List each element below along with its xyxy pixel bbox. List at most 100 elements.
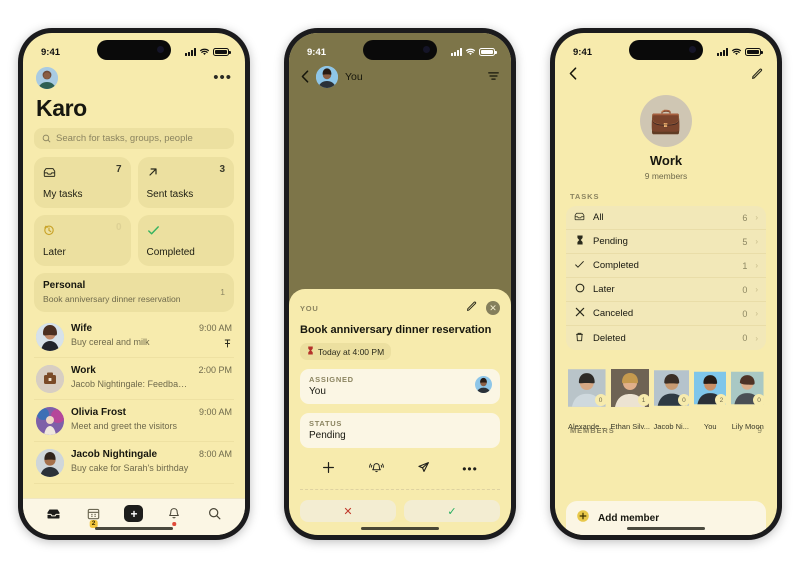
check-icon [147, 225, 160, 239]
group-members-count: 9 members [644, 171, 688, 181]
tile-completed[interactable]: Completed [137, 215, 234, 266]
tab-notifications[interactable] [157, 501, 191, 527]
chevron-left-icon[interactable] [301, 69, 309, 85]
avatar [568, 360, 606, 416]
send-icon[interactable] [417, 461, 430, 477]
sheet-eyebrow: YOU [300, 303, 319, 313]
member-badge: 1 [637, 394, 650, 406]
tile-label: Sent tasks [146, 189, 194, 200]
member-badge: 0 [753, 394, 765, 406]
chevron-right-icon: › [755, 213, 758, 222]
accept-button[interactable]: ✓ [404, 500, 500, 522]
task-row-label: Canceled [593, 308, 634, 319]
assigned-value: You [309, 386, 326, 397]
more-horizontal-icon[interactable]: ••• [213, 70, 232, 85]
pencil-icon[interactable] [466, 299, 477, 317]
member-cell[interactable]: 1 Ethan Silv... [610, 360, 650, 431]
tab-inbox[interactable] [36, 501, 70, 527]
member-badge: 0 [677, 394, 690, 406]
member-name: Alexande... [568, 422, 606, 431]
member-cell[interactable]: 0 Lily Moon [731, 360, 765, 431]
member-name: Jacob Ni... [653, 422, 689, 431]
calendar-icon [87, 508, 100, 520]
phone-1-frame: 9:41 ••• Karo Search for tasks, groups, … [18, 28, 250, 540]
list-item-time: 9:00 AM [198, 407, 232, 417]
accept-decline-row: ✕ ✓ [300, 490, 500, 522]
tab-calendar[interactable]: 2 [77, 501, 111, 528]
group-subtitle: Book anniversary dinner reservation [43, 294, 181, 304]
avatar[interactable] [36, 67, 58, 89]
tile-later[interactable]: 0 Later [34, 215, 131, 266]
tile-sent-tasks[interactable]: 3 Sent tasks [137, 157, 234, 208]
task-row-count: 0 [742, 284, 748, 295]
avatar[interactable] [316, 66, 338, 88]
member-cell[interactable]: 0 Alexande... [568, 360, 607, 431]
pencil-icon[interactable] [751, 67, 763, 85]
task-row-pending[interactable]: Pending 5 › [566, 230, 766, 254]
tile-label: Completed [146, 247, 195, 258]
members-avatar-row: 0 Alexande... 1 Ethan Silv... 0 Jacob Ni… [566, 360, 766, 431]
add-member-label: Add member [598, 512, 660, 524]
bell-ring-icon[interactable] [368, 461, 385, 477]
tile-my-tasks[interactable]: 7 My tasks [34, 157, 131, 208]
list-item-name: Work [71, 365, 96, 376]
tab-create[interactable]: + [117, 501, 151, 527]
dynamic-island [629, 40, 703, 60]
search-input[interactable]: Search for tasks, groups, people [34, 128, 234, 149]
group-card-personal[interactable]: Personal Book anniversary dinner reserva… [34, 273, 234, 312]
due-date-chip[interactable]: Today at 4:00 PM [300, 343, 392, 360]
list-item[interactable]: Wife Buy cereal and milk 9:00 AM [34, 316, 234, 358]
avatar [693, 360, 727, 416]
member-cell[interactable]: 2 You [693, 360, 728, 431]
group-name: Personal [43, 280, 86, 291]
home-indicator [361, 526, 439, 530]
tile-count: 0 [115, 222, 122, 233]
due-date-text: Today at 4:00 PM [318, 346, 385, 357]
task-row-completed[interactable]: Completed 1 › [566, 254, 766, 278]
list-item-name: Wife [71, 323, 93, 334]
avatar [36, 365, 64, 393]
more-horizontal-icon[interactable]: ••• [462, 463, 478, 475]
member-name: Ethan Silv... [610, 422, 650, 431]
plus-icon[interactable] [322, 461, 335, 477]
list-item[interactable]: Jacob Nightingale Buy cake for Sarah's b… [34, 442, 234, 484]
tab-search[interactable] [198, 501, 232, 527]
quick-tiles-grid: 7 My tasks 3 Sent tasks 0 Later Complete… [34, 157, 234, 266]
task-row-canceled[interactable]: Canceled 0 › [566, 302, 766, 326]
tile-count: 3 [219, 164, 225, 175]
list-item[interactable]: Work Jacob Nightingale: Feedback on sale… [34, 358, 234, 400]
list-item-time: 8:00 AM [198, 449, 232, 459]
assigned-field[interactable]: ASSIGNED You [300, 369, 500, 404]
task-row-all[interactable]: All 6 › [566, 206, 766, 230]
chevron-left-icon[interactable] [569, 67, 577, 85]
member-badge: 0 [594, 394, 607, 406]
task-row-label: Pending [593, 236, 628, 247]
cellular-bars-icon [185, 48, 196, 56]
avatar [475, 376, 492, 393]
member-cell[interactable]: 0 Jacob Ni... [653, 360, 690, 431]
wifi-icon [731, 48, 742, 56]
task-row-count: 5 [742, 236, 748, 247]
inbox-icon [43, 167, 56, 181]
group-avatar[interactable]: 💼 [640, 95, 692, 147]
close-icon[interactable]: ✕ [486, 301, 500, 315]
list-item-subtitle: Buy cake for Sarah's birthday [71, 463, 189, 473]
task-row-later[interactable]: Later 0 › [566, 278, 766, 302]
group-name: Work [649, 153, 683, 168]
status-field[interactable]: STATUS Pending [300, 413, 500, 448]
task-row-count: 0 [742, 333, 748, 343]
list-item-time: 2:00 PM [198, 365, 232, 375]
group-hero: 💼 Work 9 members [566, 95, 766, 181]
cellular-bars-icon [717, 48, 728, 56]
list-item[interactable]: Olivia Frost Meet and greet the visitors… [34, 400, 234, 442]
screenshot-stage: 9:41 ••• Karo Search for tasks, groups, … [0, 0, 800, 566]
decline-button[interactable]: ✕ [300, 500, 396, 522]
phone-1-screen: 9:41 ••• Karo Search for tasks, groups, … [23, 33, 245, 535]
task-row-count: 6 [742, 212, 748, 223]
avatar [36, 449, 64, 477]
task-row-deleted[interactable]: Deleted 0 › [566, 326, 766, 350]
trash-icon [574, 332, 585, 345]
filter-icon[interactable] [488, 68, 499, 86]
detail-title: You [345, 71, 363, 83]
dynamic-island [363, 40, 437, 60]
